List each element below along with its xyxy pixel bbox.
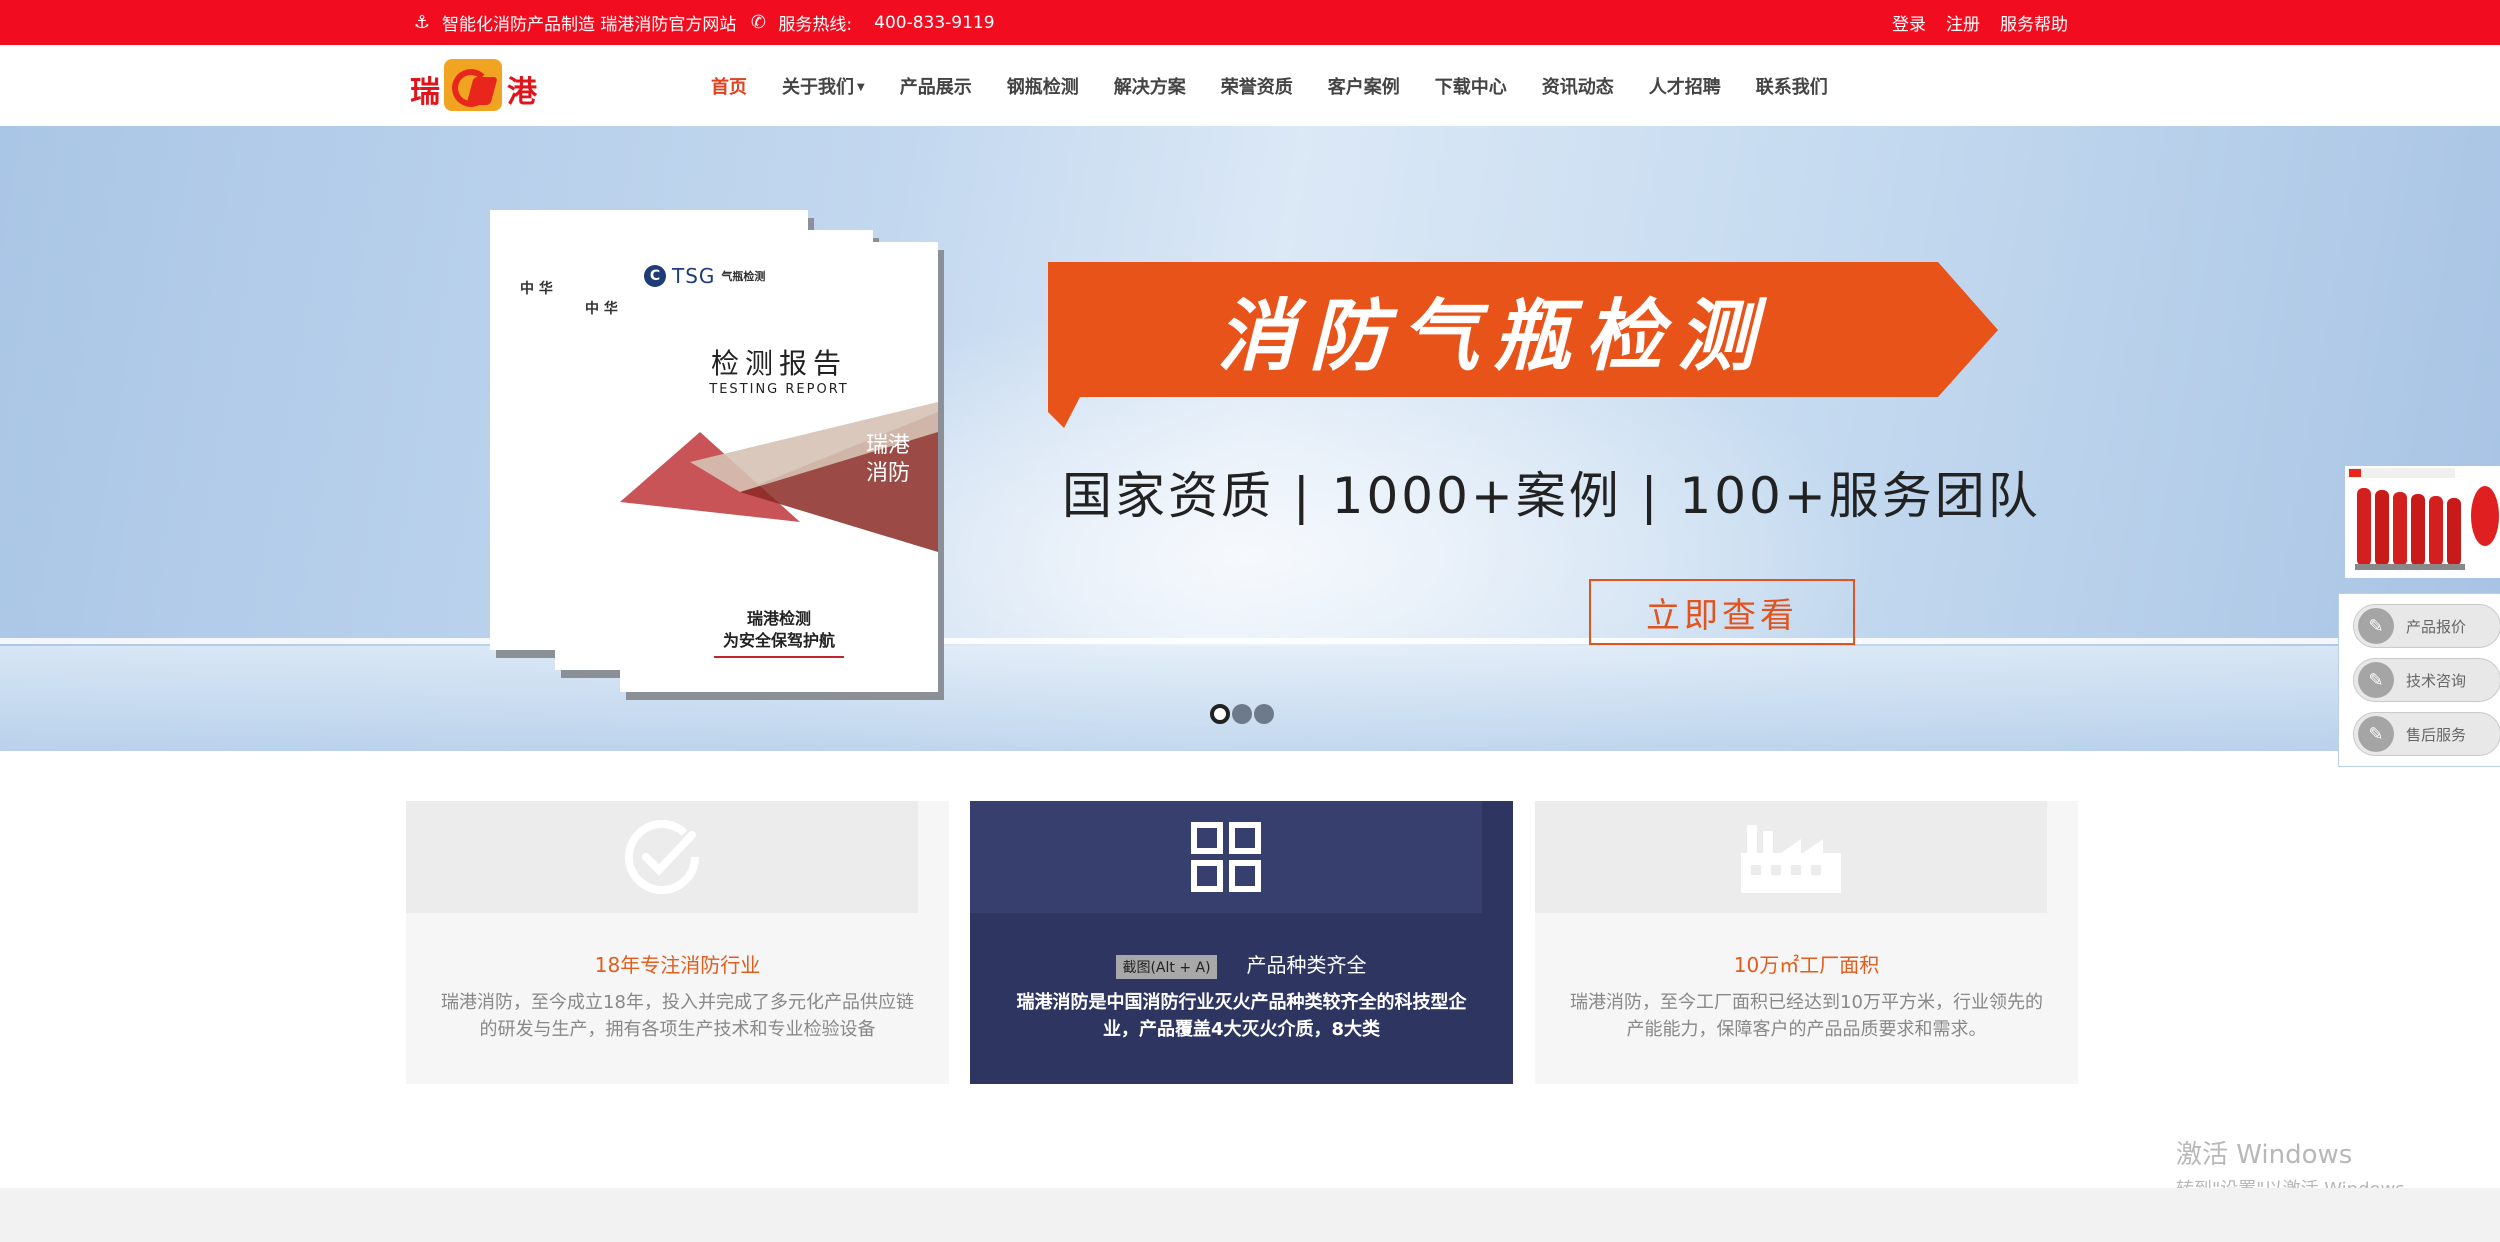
banner-floor (0, 646, 2500, 751)
banner-tagline: 国家资质 | 1000+案例 | 100+服务团队 (1062, 467, 2041, 525)
tsg-subtext: 气瓶检测 (721, 270, 766, 283)
slider-dot-2[interactable] (1232, 704, 1252, 724)
feature-description: 瑞港消防，至今工厂面积已经达到10万平方米，行业领先的产能能力，保障客户的产品品… (1570, 992, 2043, 1040)
feature-card-header (970, 801, 1482, 913)
feature-card-header (406, 801, 918, 913)
anchor-icon: ⚓ (413, 12, 431, 33)
top-bar-left: ⚓ 智能化消防产品制造 瑞港消防官方网站 ✆ 服务热线: 400-833-911… (410, 0, 995, 45)
report-footer-line2: 为安全保驾护航 (722, 631, 835, 650)
nav-item-home[interactable]: 首页 (711, 73, 747, 99)
slider-dot-3[interactable] (1254, 704, 1274, 724)
top-bar: ⚓ 智能化消防产品制造 瑞港消防官方网站 ✆ 服务热线: 400-833-911… (0, 0, 2500, 45)
nav-menu: 首页 关于我们 ▼ 产品展示 钢瓶检测 解决方案 荣誉资质 客户案例 下载中心 资… (711, 45, 1863, 126)
nav-item-cylinder-testing[interactable]: 钢瓶检测 (1007, 73, 1079, 99)
nav-item-about[interactable]: 关于我们 ▼ (782, 73, 865, 99)
after-sales-button[interactable]: ✎ 售后服务 (2353, 712, 2500, 756)
logo-char-right: 港 (507, 75, 537, 110)
feature-description: 瑞港消防，至今成立18年，投入并完成了多元化产品供应链的研发与生产，拥有各项生产… (441, 992, 914, 1040)
phone-icon: ✆ (750, 12, 766, 33)
doc-back-heading: 中 华 (520, 281, 553, 297)
view-now-button[interactable]: 立即查看 (1589, 579, 1855, 645)
service-float-panel: ✎ 产品报价 ✎ 技术咨询 ✎ 售后服务 (2338, 593, 2500, 767)
screenshot-tooltip: 截图(Alt + A) (1116, 954, 1217, 979)
factory-icon (1741, 825, 1841, 893)
report-title: 检测报告 (710, 347, 847, 380)
nav-item-solutions[interactable]: 解决方案 (1114, 73, 1186, 99)
slider-dot-1[interactable] (1210, 704, 1230, 724)
main-navbar: 瑞 港 首页 关于我们 ▼ 产品展示 钢瓶检测 解决方案 荣誉资质 客户案例 下载… (0, 45, 2500, 127)
nav-item-news[interactable]: 资讯动态 (1542, 73, 1614, 99)
feature-card-factory[interactable]: 10万㎡工厂面积 瑞港消防，至今工厂面积已经达到10万平方米，行业领先的产能能力… (1535, 801, 2078, 1084)
doc-middle-heading: 中 华 (585, 301, 618, 317)
feature-card-experience[interactable]: 18年专注消防行业 瑞港消防，至今成立18年，投入并完成了多元化产品供应链的研发… (406, 801, 949, 1084)
banner-headline: 消防气瓶检测 (1216, 291, 1769, 382)
quote-button[interactable]: ✎ 产品报价 (2353, 604, 2500, 648)
nav-item-careers[interactable]: 人才招聘 (1649, 73, 1721, 99)
report-subtitle: TESTING REPORT (709, 382, 849, 397)
feature-title: 18年专注消防行业 (594, 953, 761, 977)
tech-consult-label: 技术咨询 (2406, 671, 2467, 690)
report-brand: 瑞港 消防 (866, 432, 910, 488)
nav-item-about-label: 关于我们 (782, 76, 854, 98)
tsg-text: TSG (672, 264, 716, 288)
help-link[interactable]: 服务帮助 (2000, 10, 2068, 35)
caret-down-icon: ▼ (857, 82, 865, 93)
quote-label: 产品报价 (2406, 617, 2467, 636)
logo-badge-icon (444, 59, 502, 111)
site-logo[interactable]: 瑞 港 (410, 57, 540, 115)
feature-card-variety[interactable]: 截图(Alt + A) 产品种类齐全 瑞港消防是中国消防行业灭火产品种类较齐全的科… (970, 801, 1513, 1084)
grid-icon (1191, 822, 1261, 892)
report-footer-underline (714, 656, 844, 658)
after-sales-icon: ✎ (2358, 716, 2394, 752)
report-brand-line1: 瑞港 (866, 433, 911, 458)
nav-item-honors[interactable]: 荣誉资质 (1221, 73, 1293, 99)
report-footer: 瑞港检测 为安全保驾护航 (620, 608, 938, 658)
hotline-label: 服务热线: (778, 15, 853, 35)
nav-item-cases[interactable]: 客户案例 (1328, 73, 1400, 99)
feature-title: 10万㎡工厂面积 (1733, 953, 1880, 977)
feature-card-header (1535, 801, 2047, 913)
banner-highlight (0, 638, 2500, 644)
product-cylinders-thumbnail[interactable] (2345, 466, 2500, 578)
logo-char-left: 瑞 (410, 75, 440, 110)
site-slogan: 智能化消防产品制造 瑞港消防官方网站 (442, 15, 737, 35)
check-circle-icon (625, 820, 699, 894)
nav-item-downloads[interactable]: 下载中心 (1435, 73, 1507, 99)
hotline-number: 400-833-9119 (874, 12, 995, 33)
tsg-logo-icon: C (644, 265, 666, 287)
nav-item-contact[interactable]: 联系我们 (1756, 73, 1828, 99)
register-link[interactable]: 注册 (1946, 10, 1980, 35)
report-document-front: C TSG 气瓶检测 检测报告 TESTING REPORT 瑞港 消防 瑞港检… (620, 242, 938, 692)
login-link[interactable]: 登录 (1892, 10, 1926, 35)
feature-title-row: 截图(Alt + A) 产品种类齐全 (970, 949, 1513, 979)
tech-consult-button[interactable]: ✎ 技术咨询 (2353, 658, 2500, 702)
report-footer-line1: 瑞港检测 (746, 609, 811, 628)
feature-title: 产品种类齐全 (1246, 953, 1367, 977)
tech-consult-icon: ✎ (2358, 662, 2394, 698)
slider-dots (1210, 704, 1274, 724)
after-sales-label: 售后服务 (2406, 725, 2467, 744)
footer-strip (0, 1188, 2500, 1242)
tsg-mark: C TSG 气瓶检测 (644, 264, 765, 288)
report-brand-line2: 消防 (866, 461, 911, 486)
top-bar-right: 登录 注册 服务帮助 (1892, 0, 2068, 45)
hero-banner[interactable]: 中 华 中 华 C TSG 气瓶检测 检测报告 TESTING REPORT 瑞… (0, 126, 2500, 751)
nav-item-products[interactable]: 产品展示 (900, 73, 972, 99)
feature-description: 瑞港消防是中国消防行业灭火产品种类较齐全的科技型企业，产品覆盖4大灭火介质，8大… (1016, 992, 1467, 1040)
quote-icon: ✎ (2358, 608, 2394, 644)
watermark-line1: 激活 Windows (2176, 1140, 2353, 1170)
